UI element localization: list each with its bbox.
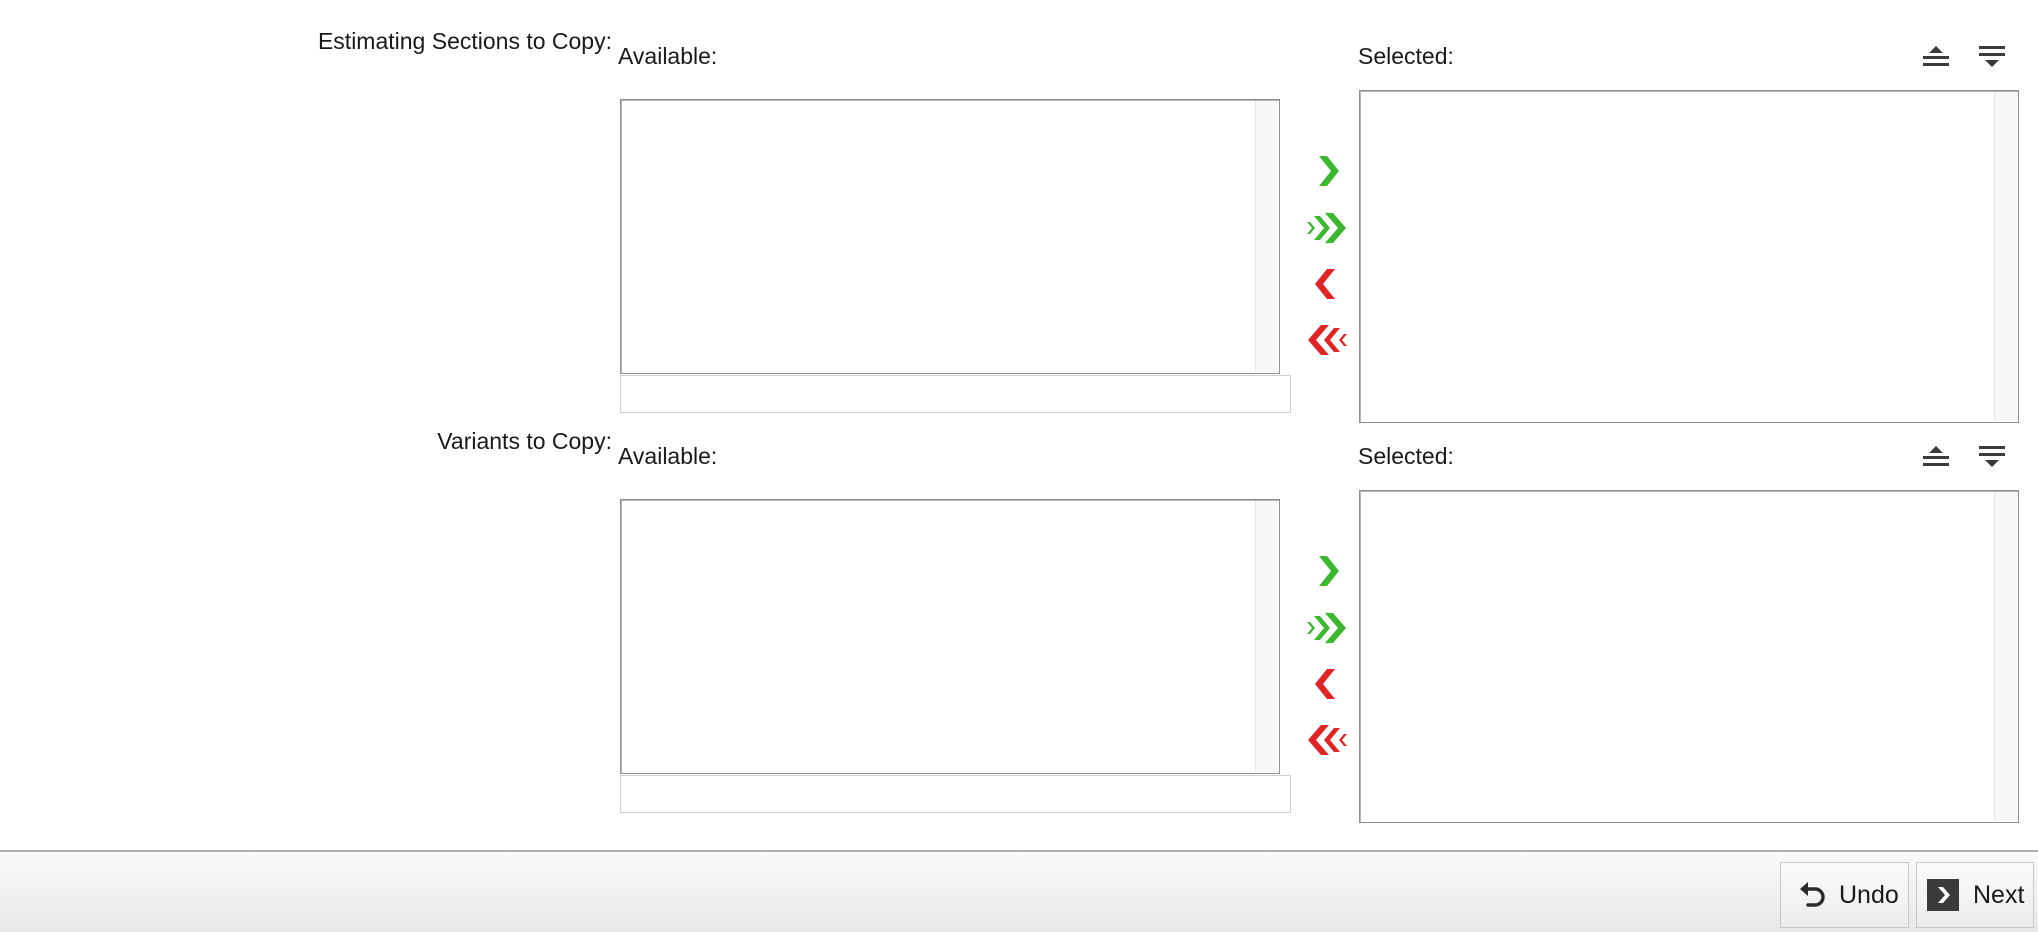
selected-scrollbar[interactable] — [1994, 492, 2017, 821]
move-all-right-button[interactable] — [1304, 205, 1350, 251]
move-to-bottom-icon — [1979, 46, 2005, 67]
available-scrollbar[interactable] — [1255, 501, 1278, 772]
next-button[interactable]: Next — [1916, 862, 2034, 928]
move-right-button[interactable] — [1304, 548, 1350, 594]
undo-label: Undo — [1839, 880, 1899, 909]
undo-button[interactable]: Undo — [1780, 862, 1909, 928]
move-right-icon — [1319, 556, 1339, 586]
move-all-right-icon — [1307, 213, 1346, 243]
selected-label: Selected: — [1358, 43, 1454, 69]
selected-listbox[interactable] — [1359, 490, 2019, 823]
move-all-right-icon — [1307, 613, 1346, 643]
move-all-left-icon — [1308, 325, 1347, 355]
move-to-top-button[interactable] — [1918, 40, 1954, 76]
move-to-top-icon — [1923, 446, 1949, 466]
available-label: Available: — [618, 443, 718, 469]
available-label: Available: — [618, 43, 718, 69]
move-right-icon — [1319, 156, 1339, 186]
footer-toolbar: Undo Next — [0, 850, 2038, 932]
move-all-left-icon — [1308, 725, 1347, 755]
available-scrollbar[interactable] — [1255, 101, 1278, 372]
next-icon — [1927, 879, 1959, 911]
undo-icon — [1793, 880, 1831, 910]
move-all-left-button[interactable] — [1304, 317, 1350, 363]
available-listbox[interactable] — [620, 99, 1280, 374]
selected-label: Selected: — [1358, 443, 1454, 469]
move-to-bottom-button[interactable] — [1974, 40, 2010, 76]
move-to-top-icon — [1923, 46, 1949, 66]
move-to-top-button[interactable] — [1918, 440, 1954, 476]
estimating-sections-label: Estimating Sections to Copy: — [317, 28, 612, 54]
move-left-button[interactable] — [1304, 261, 1350, 307]
selected-listbox[interactable] — [1359, 90, 2019, 423]
available-filter-input[interactable] — [620, 775, 1291, 813]
move-to-bottom-button[interactable] — [1974, 440, 2010, 476]
move-left-button[interactable] — [1304, 661, 1350, 707]
move-right-button[interactable] — [1304, 148, 1350, 194]
selected-scrollbar[interactable] — [1994, 92, 2017, 421]
variants-label: Variants to Copy: — [437, 428, 612, 454]
move-left-icon — [1315, 669, 1335, 699]
available-listbox[interactable] — [620, 499, 1280, 774]
available-filter-input[interactable] — [620, 375, 1291, 413]
move-all-left-button[interactable] — [1304, 717, 1350, 763]
move-all-right-button[interactable] — [1304, 605, 1350, 651]
move-left-icon — [1315, 269, 1335, 299]
move-to-bottom-icon — [1979, 446, 2005, 467]
next-label: Next — [1973, 880, 2025, 909]
